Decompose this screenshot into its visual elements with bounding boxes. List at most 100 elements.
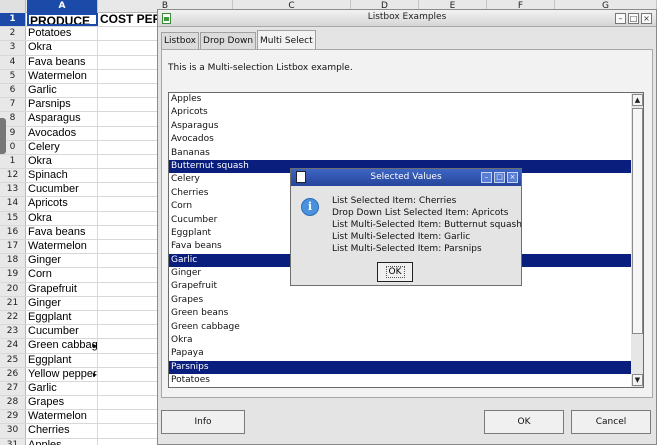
ok-button[interactable]: OK xyxy=(484,410,564,434)
cell-a[interactable]: Fava beans xyxy=(27,225,98,239)
list-item[interactable]: Okra xyxy=(169,334,631,347)
row-number[interactable]: 20 xyxy=(0,282,26,296)
cell-a[interactable]: Avocados xyxy=(27,126,98,140)
cell-a[interactable]: Parsnips xyxy=(27,98,98,112)
cell-a[interactable]: Okra xyxy=(27,41,98,55)
row-number[interactable]: 25 xyxy=(0,353,26,367)
cell-a[interactable]: Yellow pepper xyxy=(27,367,98,381)
row-number[interactable]: 27 xyxy=(0,381,26,396)
row-number[interactable]: 26 xyxy=(0,367,26,381)
row-number[interactable]: 15 xyxy=(0,211,26,225)
side-drag-handle[interactable] xyxy=(0,118,6,154)
row-number[interactable]: 30 xyxy=(0,424,26,438)
cell-a[interactable]: Celery xyxy=(27,140,98,154)
table-row: 3 Okra xyxy=(0,41,160,56)
table-row: 6 Garlic xyxy=(0,83,160,99)
row-number[interactable]: 24 xyxy=(0,339,26,353)
close-button[interactable]: × xyxy=(641,13,652,24)
cancel-button[interactable]: Cancel xyxy=(571,410,651,434)
column-header-a[interactable]: A xyxy=(27,0,98,13)
list-item[interactable]: Green cabbage xyxy=(169,321,631,334)
scroll-up-icon[interactable]: ▲ xyxy=(632,94,643,106)
cell-a[interactable]: Apricots xyxy=(27,197,98,211)
row-number[interactable]: 4 xyxy=(0,55,26,69)
row-number[interactable]: 14 xyxy=(0,197,26,211)
tab-multi-select[interactable]: Multi Select xyxy=(257,30,316,49)
row-number[interactable]: 7 xyxy=(0,98,26,112)
cell-a[interactable]: Spinach xyxy=(27,169,98,183)
cell-a[interactable]: Watermelon xyxy=(27,410,98,424)
tab-drop-down[interactable]: Drop Down xyxy=(200,32,257,49)
minimize-button[interactable]: – xyxy=(615,13,626,24)
cell-a[interactable]: Okra xyxy=(27,154,98,169)
row-number[interactable]: 12 xyxy=(0,169,26,183)
cell-a[interactable]: Green cabbag xyxy=(27,339,98,353)
cell-a[interactable]: Ginger xyxy=(27,296,98,310)
select-all-corner[interactable] xyxy=(0,0,26,13)
list-item[interactable]: Bananas xyxy=(169,147,631,160)
row-number[interactable]: 6 xyxy=(0,83,26,98)
row-number[interactable]: 18 xyxy=(0,254,26,268)
row-number[interactable]: 17 xyxy=(0,240,26,254)
row-number[interactable]: 22 xyxy=(0,310,26,325)
cell-a[interactable]: Garlic xyxy=(27,83,98,98)
messagebox-close-button[interactable]: × xyxy=(507,172,518,183)
row-number[interactable]: 23 xyxy=(0,325,26,339)
row-number[interactable]: 31 xyxy=(0,438,26,445)
table-row: 2 Potatoes xyxy=(0,27,160,42)
cell-a[interactable]: Asparagus xyxy=(27,112,98,126)
row-number[interactable]: 1 xyxy=(0,13,26,27)
row-number[interactable]: 2 xyxy=(0,27,26,41)
table-row: 27 Garlic xyxy=(0,381,160,397)
cell-a[interactable]: Eggplant xyxy=(27,310,98,325)
scroll-thumb[interactable] xyxy=(632,108,643,334)
row-number[interactable]: 29 xyxy=(0,410,26,424)
scroll-down-icon[interactable]: ▼ xyxy=(632,374,643,386)
cell-a[interactable]: Grapes xyxy=(27,396,98,410)
list-item[interactable]: Avocados xyxy=(169,133,631,146)
row-number[interactable]: 1 xyxy=(0,154,26,169)
row-number[interactable]: 28 xyxy=(0,396,26,410)
cell-a[interactable]: Watermelon xyxy=(27,69,98,83)
messagebox-ok-button[interactable]: OK xyxy=(377,262,413,282)
row-number[interactable]: 5 xyxy=(0,69,26,83)
messagebox-titlebar[interactable]: Selected Values – □ × xyxy=(291,169,521,186)
messagebox-maximize-button[interactable]: □ xyxy=(494,172,505,183)
cell-b1[interactable]: COST PER xyxy=(98,13,160,26)
dialog-titlebar[interactable]: Listbox Examples – □ × xyxy=(158,10,656,27)
cell-a[interactable]: Cucumber xyxy=(27,325,98,339)
cell-a[interactable]: Potatoes xyxy=(27,27,98,41)
message-line: Drop Down List Selected Item: Apricots xyxy=(332,208,509,218)
cell-a1[interactable]: PRODUCE xyxy=(27,13,98,27)
info-button[interactable]: Info xyxy=(161,410,245,434)
cell-a[interactable]: Garlic xyxy=(27,381,98,396)
cell-a[interactable]: Apples xyxy=(27,438,98,445)
list-item[interactable]: Papaya xyxy=(169,347,631,360)
row-number[interactable]: 16 xyxy=(0,225,26,239)
maximize-button[interactable]: □ xyxy=(628,13,639,24)
row-number[interactable]: 19 xyxy=(0,268,26,282)
list-item[interactable]: Potatoes xyxy=(169,374,631,387)
row-number[interactable]: 3 xyxy=(0,41,26,55)
cell-a[interactable]: Cucumber xyxy=(27,183,98,197)
cell-a[interactable]: Corn xyxy=(27,268,98,282)
tab-listbox[interactable]: Listbox xyxy=(161,32,200,49)
listbox-scrollbar[interactable]: ▲ ▼ xyxy=(631,92,644,388)
cell-a[interactable]: Grapefruit xyxy=(27,282,98,296)
cell-a[interactable]: Ginger xyxy=(27,254,98,268)
list-item[interactable]: Asparagus xyxy=(169,120,631,133)
list-item[interactable]: Parsnips xyxy=(169,360,631,375)
row-number[interactable]: 13 xyxy=(0,183,26,197)
list-item[interactable]: Apples xyxy=(169,93,631,106)
cell-a[interactable]: Watermelon xyxy=(27,240,98,254)
cell-a[interactable]: Fava beans xyxy=(27,55,98,69)
list-item[interactable]: Grapes xyxy=(169,294,631,307)
table-row: 17 Watermelon xyxy=(0,240,160,255)
list-item[interactable]: Apricots xyxy=(169,106,631,119)
messagebox-minimize-button[interactable]: – xyxy=(481,172,492,183)
cell-a[interactable]: Cherries xyxy=(27,424,98,438)
row-number[interactable]: 21 xyxy=(0,296,26,310)
cell-a[interactable]: Eggplant xyxy=(27,353,98,367)
cell-a[interactable]: Okra xyxy=(27,211,98,225)
list-item[interactable]: Green beans xyxy=(169,307,631,320)
